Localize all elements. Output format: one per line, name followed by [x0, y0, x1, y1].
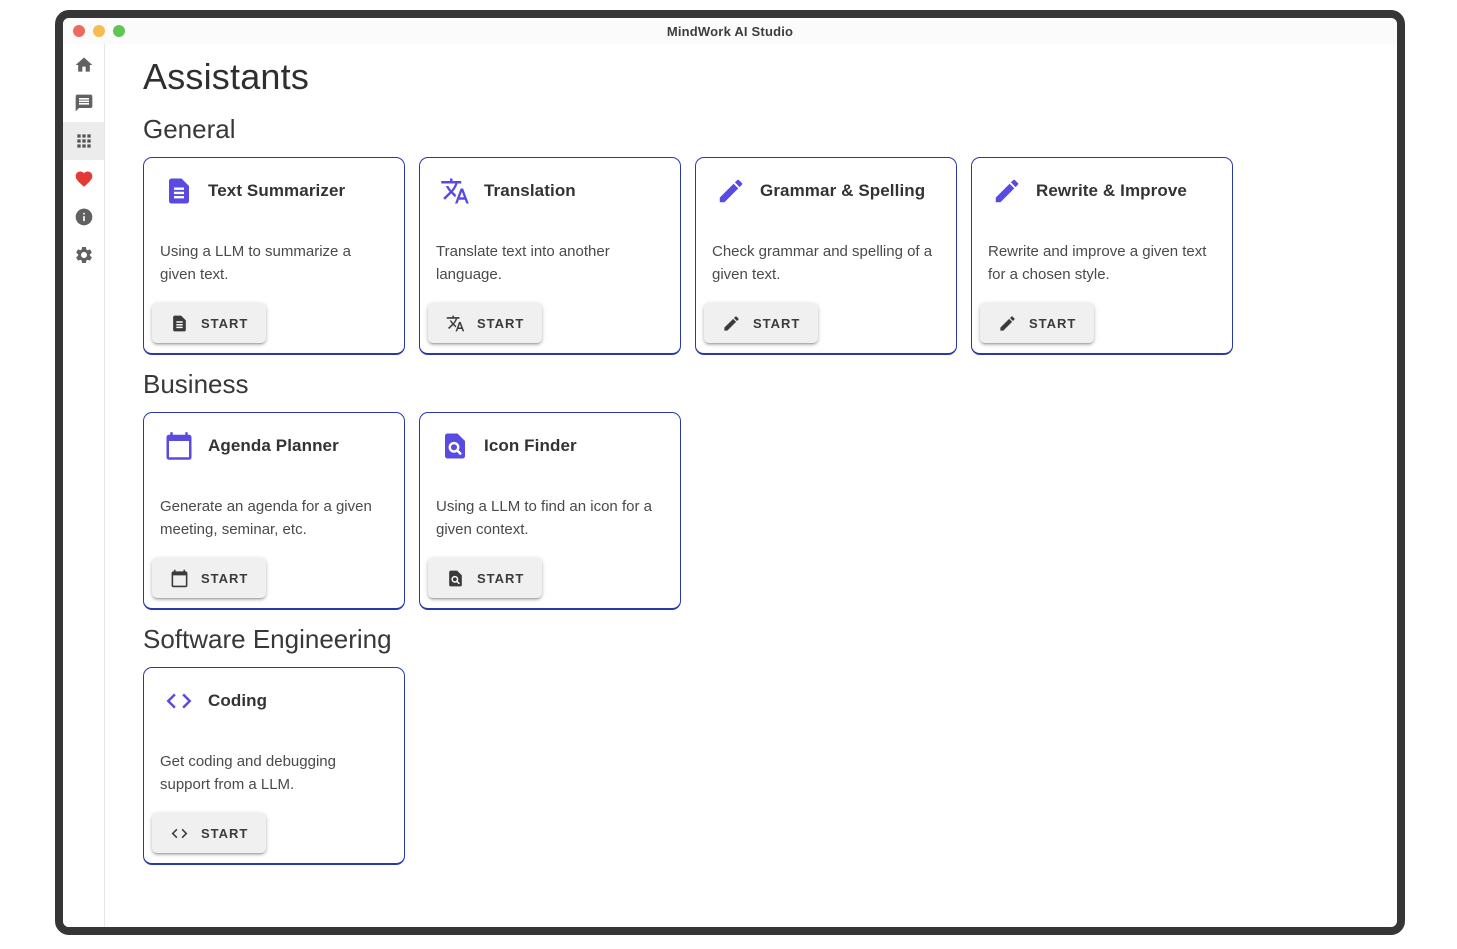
card-header: Text Summarizer — [144, 158, 404, 206]
card-description: Generate an agenda for a given meeting, … — [160, 495, 388, 541]
assistant-section: Software Engineering Coding Get coding a… — [143, 623, 1397, 865]
start-button-label: START — [201, 826, 248, 841]
info-icon — [74, 207, 94, 227]
card-title: Text Summarizer — [208, 181, 345, 201]
doc-search-icon — [440, 431, 470, 461]
section-label: Business — [143, 368, 1397, 400]
document-icon — [170, 314, 189, 333]
close-button[interactable] — [73, 25, 85, 37]
card-title: Icon Finder — [484, 436, 577, 456]
translate-icon — [440, 176, 470, 206]
card-description: Using a LLM to summarize a given text. — [160, 240, 388, 286]
home-icon — [74, 55, 94, 75]
pencil-icon — [722, 314, 741, 333]
zoom-button[interactable] — [113, 25, 125, 37]
start-button[interactable]: START — [152, 813, 266, 853]
card-header: Rewrite & Improve — [972, 158, 1232, 206]
start-button-label: START — [201, 571, 248, 586]
pencil-icon — [998, 314, 1017, 333]
assistant-section: General Text Summarizer Using a LLM to s… — [143, 113, 1397, 355]
sidebar-item-about[interactable] — [63, 198, 104, 236]
start-button-label: START — [1029, 316, 1076, 331]
heart-icon — [74, 169, 94, 189]
card-title: Coding — [208, 691, 267, 711]
card-description: Translate text into another language. — [436, 240, 664, 286]
chat-icon — [74, 93, 94, 113]
card-header: Coding — [144, 668, 404, 716]
card-title: Rewrite & Improve — [1036, 181, 1187, 201]
calendar-icon — [170, 569, 189, 588]
assistant-card: Translation Translate text into another … — [419, 157, 681, 355]
card-header: Agenda Planner — [144, 413, 404, 461]
app-window: MindWork AI Studio Assistants General Te… — [55, 10, 1405, 935]
card-header: Grammar & Spelling — [696, 158, 956, 206]
pencil-icon — [992, 176, 1022, 206]
card-header: Icon Finder — [420, 413, 680, 461]
assistant-card: Icon Finder Using a LLM to find an icon … — [419, 412, 681, 610]
section-label: Software Engineering — [143, 623, 1397, 655]
card-description: Using a LLM to find an icon for a given … — [436, 495, 664, 541]
card-description: Rewrite and improve a given text for a c… — [988, 240, 1216, 286]
start-button-label: START — [477, 571, 524, 586]
sidebar-item-supporters[interactable] — [63, 160, 104, 198]
card-header: Translation — [420, 158, 680, 206]
start-button[interactable]: START — [704, 303, 818, 343]
sidebar-item-assistants[interactable] — [63, 122, 104, 160]
translate-icon — [446, 314, 465, 333]
start-button[interactable]: START — [152, 558, 266, 598]
sections: General Text Summarizer Using a LLM to s… — [143, 113, 1397, 865]
gear-icon — [74, 245, 94, 265]
start-button[interactable]: START — [980, 303, 1094, 343]
card-title: Grammar & Spelling — [760, 181, 925, 201]
section-label: General — [143, 113, 1397, 145]
doc-search-icon — [446, 569, 465, 588]
assistant-card: Grammar & Spelling Check grammar and spe… — [695, 157, 957, 355]
assistant-card: Text Summarizer Using a LLM to summarize… — [143, 157, 405, 355]
sidebar — [63, 44, 105, 927]
sidebar-item-chats[interactable] — [63, 84, 104, 122]
sidebar-item-settings[interactable] — [63, 236, 104, 274]
assistant-card: Rewrite & Improve Rewrite and improve a … — [971, 157, 1233, 355]
card-row: Agenda Planner Generate an agenda for a … — [143, 412, 1397, 610]
start-button-label: START — [477, 316, 524, 331]
start-button[interactable]: START — [428, 303, 542, 343]
card-row: Coding Get coding and debugging support … — [143, 667, 1397, 865]
card-title: Translation — [484, 181, 576, 201]
window-controls — [73, 25, 125, 37]
assistant-card: Coding Get coding and debugging support … — [143, 667, 405, 865]
minimize-button[interactable] — [93, 25, 105, 37]
calendar-icon — [164, 431, 194, 461]
window-title: MindWork AI Studio — [667, 24, 793, 39]
main-content: Assistants General Text Summarizer Using… — [105, 44, 1397, 927]
title-bar: MindWork AI Studio — [63, 18, 1397, 44]
card-row: Text Summarizer Using a LLM to summarize… — [143, 157, 1397, 355]
pencil-icon — [716, 176, 746, 206]
code-icon — [164, 686, 194, 716]
start-button-label: START — [753, 316, 800, 331]
assistant-section: Business Agenda Planner Generate an agen… — [143, 368, 1397, 610]
start-button[interactable]: START — [428, 558, 542, 598]
document-icon — [164, 176, 194, 206]
start-button-label: START — [201, 316, 248, 331]
card-description: Get coding and debugging support from a … — [160, 750, 388, 796]
start-button[interactable]: START — [152, 303, 266, 343]
card-description: Check grammar and spelling of a given te… — [712, 240, 940, 286]
page-title: Assistants — [143, 54, 1397, 100]
assistant-card: Agenda Planner Generate an agenda for a … — [143, 412, 405, 610]
apps-grid-icon — [74, 131, 94, 151]
card-title: Agenda Planner — [208, 436, 339, 456]
sidebar-item-home[interactable] — [63, 46, 104, 84]
code-icon — [170, 824, 189, 843]
